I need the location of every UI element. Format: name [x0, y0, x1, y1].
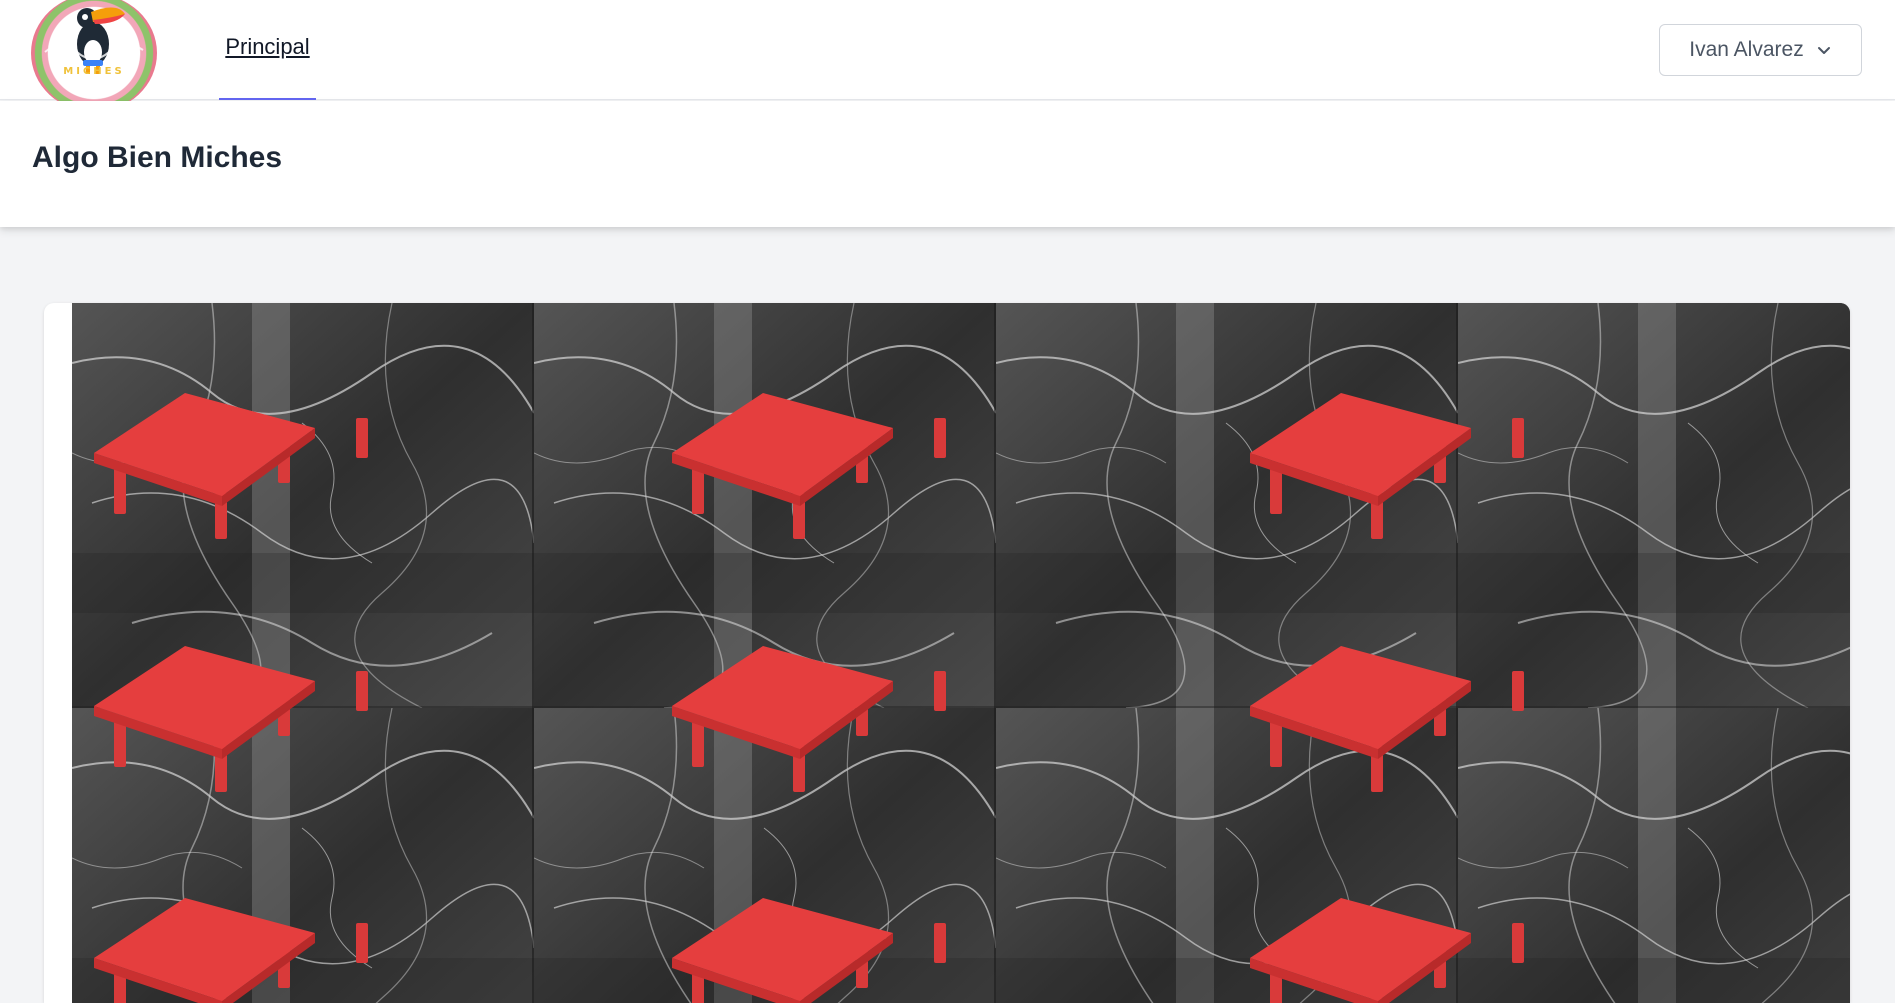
- table-leg: [1270, 468, 1282, 514]
- logo-text: MICHES: [63, 66, 125, 77]
- table-leg: [934, 923, 946, 963]
- table-leg: [114, 468, 126, 514]
- table-leg: [1512, 923, 1524, 963]
- user-menu-button[interactable]: Ivan Alvarez: [1659, 24, 1862, 76]
- page-header: Algo Bien Miches: [0, 101, 1895, 227]
- marble-floor: [72, 303, 1850, 1003]
- user-name: Ivan Alvarez: [1689, 38, 1804, 61]
- table-leg: [692, 468, 704, 514]
- table-leg: [934, 671, 946, 711]
- nav-link-principal[interactable]: Principal: [219, 0, 316, 100]
- table-leg: [692, 721, 704, 767]
- table-leg: [1270, 721, 1282, 767]
- table-leg: [1512, 671, 1524, 711]
- table-leg: [1512, 418, 1524, 458]
- table-leg: [356, 671, 368, 711]
- chevron-down-icon: [1816, 42, 1832, 58]
- nav-link-label[interactable]: Principal: [225, 34, 309, 60]
- table-leg: [356, 923, 368, 963]
- toucan-icon: [44, 7, 144, 74]
- table-leg: [114, 721, 126, 767]
- floor-plan-svg: [72, 303, 1850, 1003]
- table-leg: [934, 418, 946, 458]
- page-title: Algo Bien Miches: [32, 141, 283, 174]
- table-leg: [356, 418, 368, 458]
- top-navigation: MICHES Principal Ivan Alvarez: [0, 0, 1895, 112]
- floor-plan-card: [44, 303, 1850, 1003]
- floor-plan-canvas: [72, 303, 1850, 1003]
- brand-logo[interactable]: MICHES: [31, 0, 157, 112]
